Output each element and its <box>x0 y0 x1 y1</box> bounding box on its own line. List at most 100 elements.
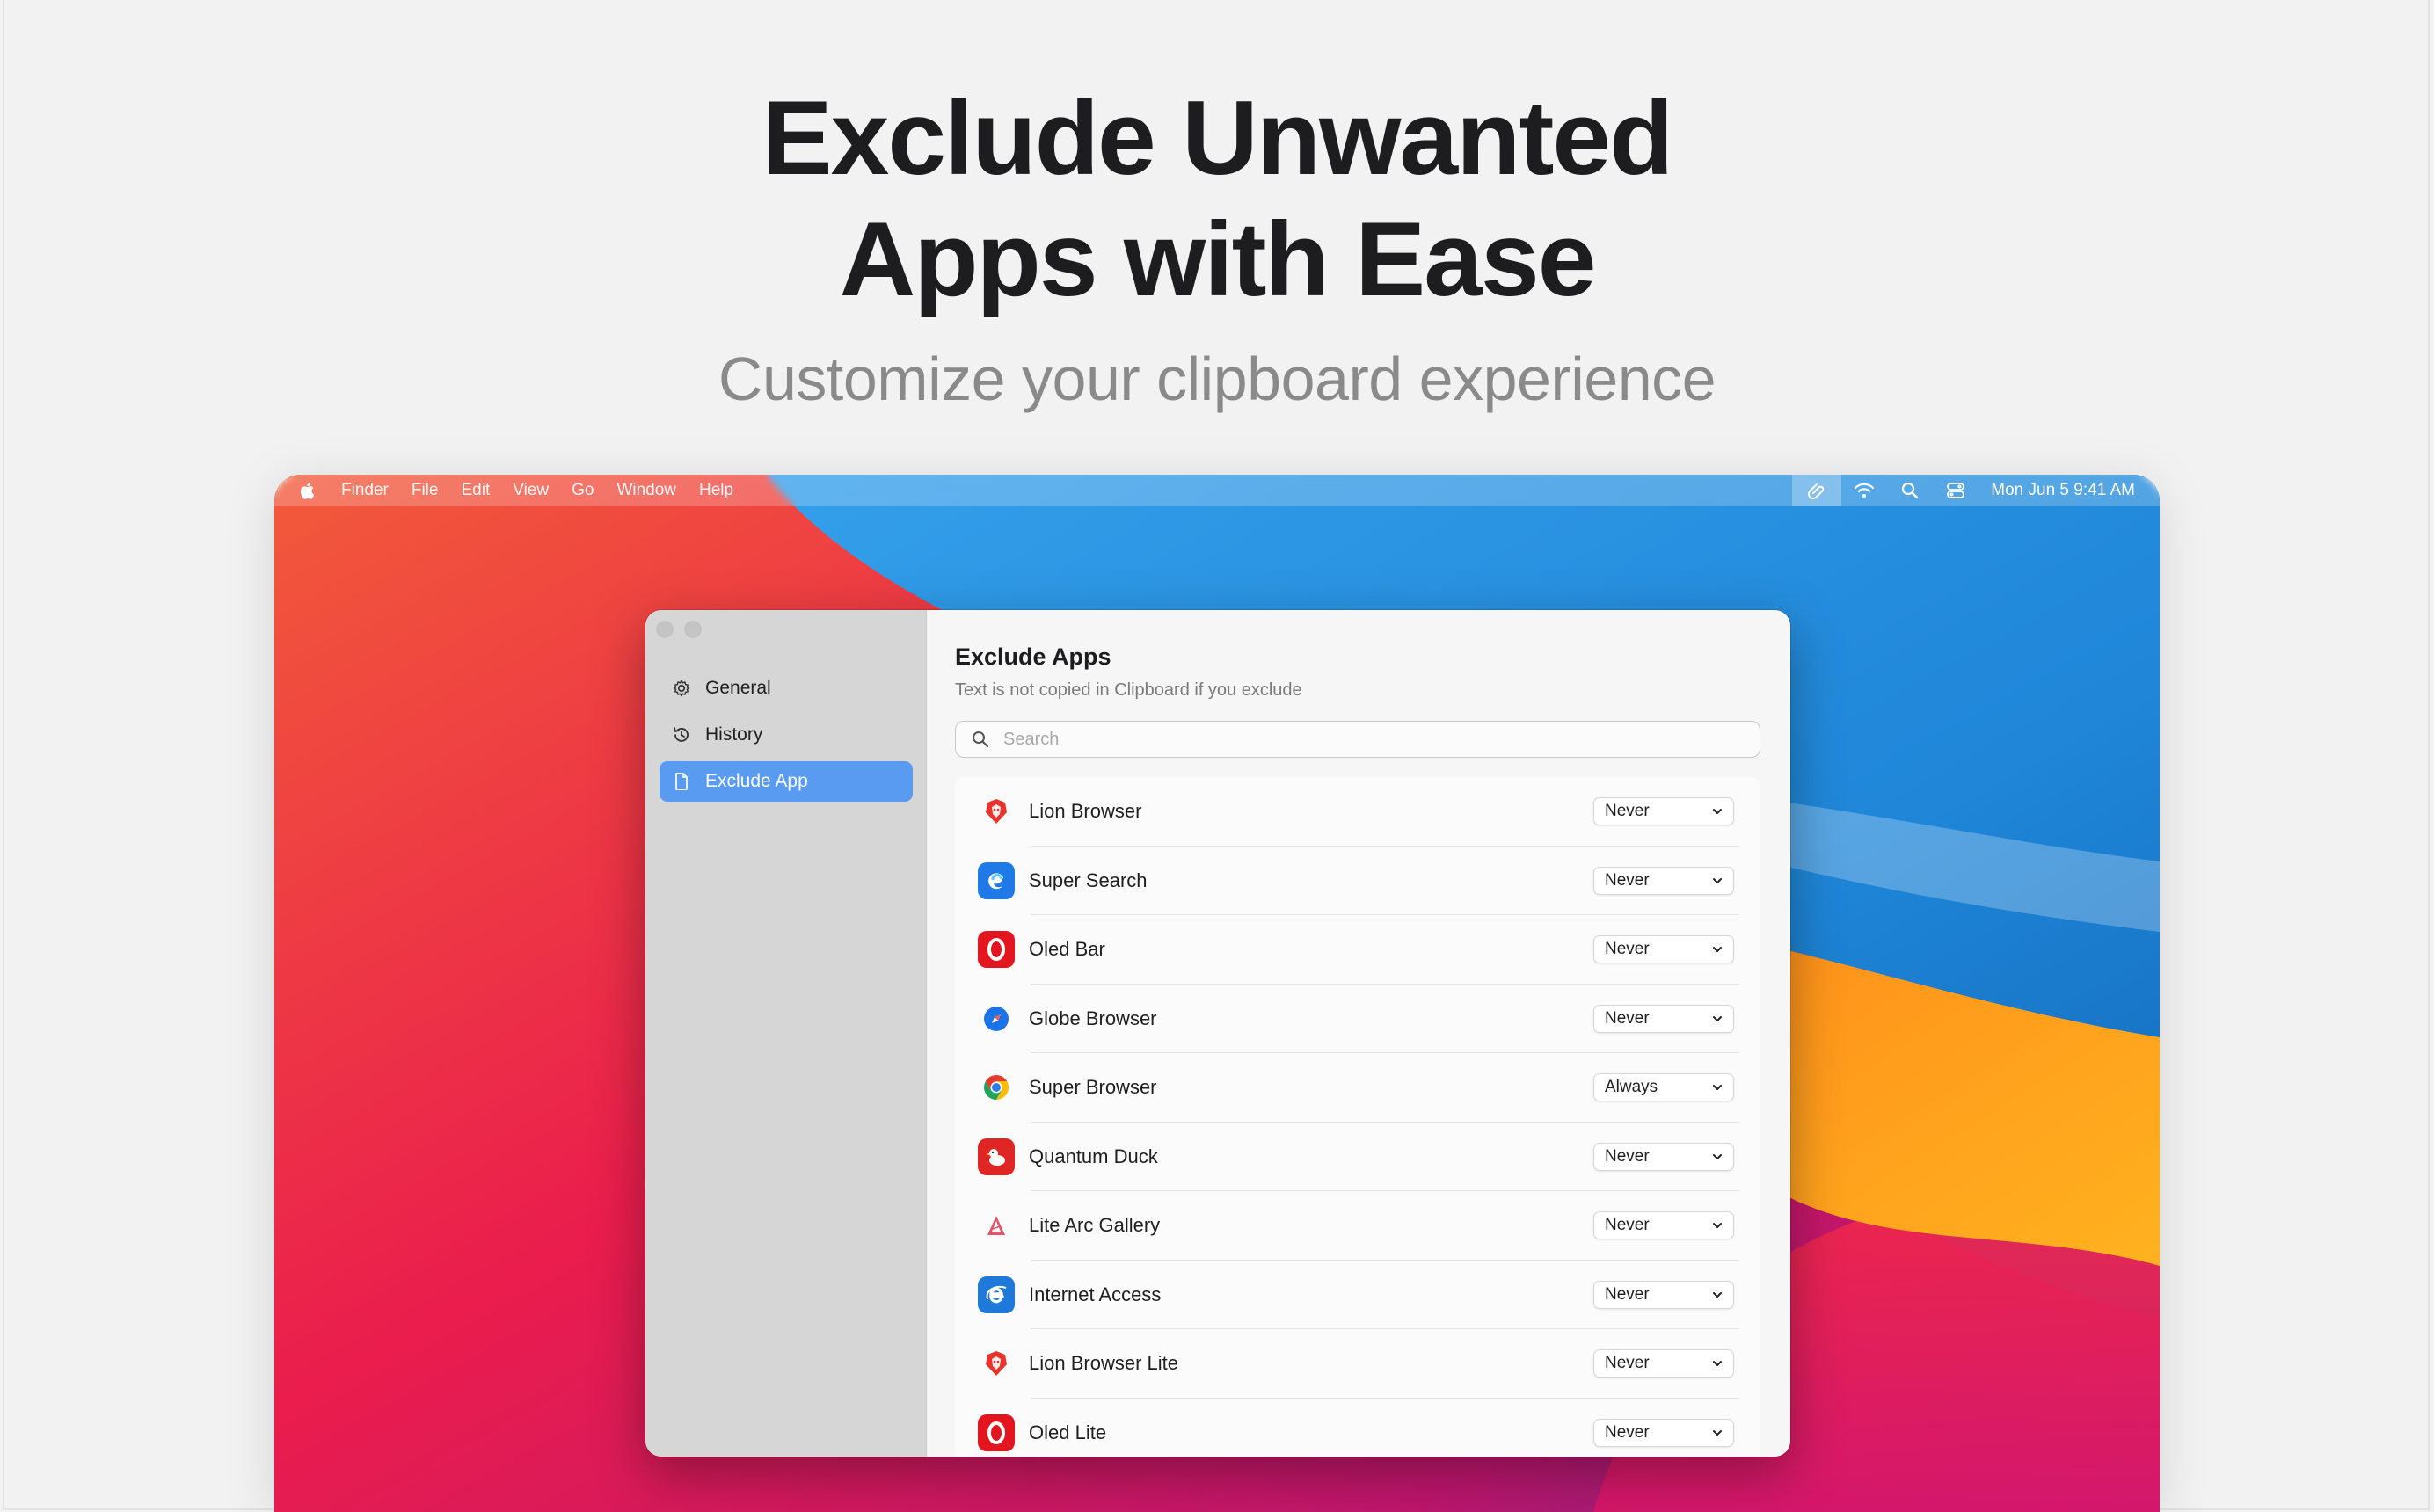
headline-line-2: Apps with Ease <box>839 200 1597 318</box>
internet-access-icon <box>978 1276 1015 1313</box>
chevron-down-icon <box>1713 877 1722 883</box>
menu-go[interactable]: Go <box>572 481 594 500</box>
lite-arc-gallery-icon <box>978 1207 1015 1244</box>
document-icon <box>670 770 693 793</box>
menu-file[interactable]: File <box>412 481 439 500</box>
exclude-select[interactable]: Never <box>1593 1349 1734 1378</box>
settings-window: General History Exclude App Exclude Apps <box>645 610 1790 1457</box>
app-name: Oled Lite <box>1029 1421 1107 1443</box>
sidebar-item-history[interactable]: History <box>660 715 913 755</box>
panel-title: Exclude Apps <box>955 643 1111 670</box>
list-item: Lion Browser Lite Never <box>955 1329 1760 1399</box>
lion-browser-icon <box>978 793 1015 830</box>
sidebar-item-label: History <box>705 724 763 745</box>
apple-icon[interactable] <box>299 480 318 501</box>
exclude-select[interactable]: Never <box>1593 797 1734 826</box>
panel-subtitle: Text is not copied in Clipboard if you e… <box>955 680 1302 700</box>
search-input[interactable] <box>1003 729 1742 750</box>
clipboard-app-icon[interactable] <box>1792 475 1842 506</box>
oled-lite-icon <box>978 1414 1015 1451</box>
exclude-select[interactable]: Always <box>1593 1073 1734 1102</box>
minimize-window-button[interactable] <box>684 621 702 638</box>
list-item: Oled Bar Never <box>955 915 1760 985</box>
wifi-icon[interactable] <box>1841 475 1887 506</box>
spotlight-search-icon[interactable] <box>1887 475 1933 506</box>
exclude-select-value: Never <box>1605 1146 1650 1166</box>
lion-browser-lite-icon <box>978 1345 1015 1382</box>
exclude-select[interactable]: Never <box>1593 1004 1734 1033</box>
exclude-select-value: Never <box>1605 870 1650 890</box>
page-subheadline: Customize your clipboard experience <box>718 345 1716 413</box>
super-browser-icon <box>978 1069 1015 1106</box>
page-headline: Exclude Unwanted Apps with Ease <box>0 77 2434 320</box>
list-item: Super Search Never <box>955 847 1760 916</box>
app-name: Lion Browser Lite <box>1029 1352 1178 1375</box>
app-name: Oled Bar <box>1029 938 1105 961</box>
app-name: Lion Browser <box>1029 800 1142 823</box>
menu-window[interactable]: Window <box>616 481 676 500</box>
oled-bar-icon <box>978 931 1015 969</box>
app-list: Lion Browser Never Super Search Never Ol… <box>955 777 1760 1457</box>
sidebar-item-label: Exclude App <box>705 771 808 791</box>
chevron-down-icon <box>1713 1153 1722 1159</box>
chevron-down-icon <box>1713 1291 1722 1298</box>
search-icon <box>972 730 991 749</box>
menu-help[interactable]: Help <box>699 481 733 500</box>
app-name: Quantum Duck <box>1029 1145 1158 1167</box>
menu-view[interactable]: View <box>513 481 549 500</box>
exclude-select[interactable]: Never <box>1593 1280 1734 1309</box>
app-name: Internet Access <box>1029 1283 1162 1305</box>
exclude-select[interactable]: Never <box>1593 866 1734 895</box>
exclude-select[interactable]: Never <box>1593 1418 1734 1447</box>
exclude-select-value: Never <box>1605 1422 1650 1442</box>
super-search-icon <box>978 861 1015 899</box>
sidebar-item-exclude-app[interactable]: Exclude App <box>660 761 913 802</box>
list-item: Super Browser Always <box>955 1053 1760 1123</box>
globe-browser-icon <box>978 1000 1015 1037</box>
close-window-button[interactable] <box>656 621 674 638</box>
menu-finder[interactable]: Finder <box>341 481 389 500</box>
control-center-icon[interactable] <box>1933 475 1979 506</box>
chevron-down-icon <box>1713 1361 1722 1367</box>
chevron-down-icon <box>1713 1429 1722 1436</box>
chevron-down-icon <box>1713 1015 1722 1021</box>
gear-icon <box>670 677 693 700</box>
exclude-select-value: Never <box>1605 1216 1650 1235</box>
sidebar-list: General History Exclude App <box>660 668 913 808</box>
list-item: Lion Browser Never <box>955 777 1760 847</box>
list-item: Globe Browser Never <box>955 985 1760 1054</box>
search-field[interactable] <box>955 721 1760 758</box>
exclude-select-value: Never <box>1605 802 1650 821</box>
app-name: Super Search <box>1029 869 1148 891</box>
exclude-select-value: Never <box>1605 940 1650 959</box>
chevron-down-icon <box>1713 1223 1722 1229</box>
menu-clock[interactable]: Mon Jun 5 9:41 AM <box>1991 481 2135 500</box>
exclude-select[interactable]: Never <box>1593 1211 1734 1240</box>
app-name: Lite Arc Gallery <box>1029 1214 1161 1237</box>
window-controls <box>656 621 702 638</box>
desktop: Finder File Edit View Go Window Help Mon… <box>274 475 2160 1512</box>
list-item: Internet Access Never <box>955 1261 1760 1330</box>
sidebar-item-general[interactable]: General <box>660 668 913 709</box>
exclude-select-value: Never <box>1605 1008 1650 1028</box>
menu-bar: Finder File Edit View Go Window Help Mon… <box>274 475 2160 506</box>
menu-edit[interactable]: Edit <box>461 481 490 500</box>
app-name: Globe Browser <box>1029 1007 1157 1029</box>
exclude-select[interactable]: Never <box>1593 1142 1734 1171</box>
quantum-duck-icon <box>978 1138 1015 1175</box>
chevron-down-icon <box>1713 947 1722 953</box>
list-item: Oled Lite Never <box>955 1399 1760 1457</box>
list-item: Lite Arc Gallery Never <box>955 1191 1760 1261</box>
exclude-select[interactable]: Never <box>1593 935 1734 964</box>
exclude-apps-panel: Exclude Apps Text is not copied in Clipb… <box>927 610 1790 1457</box>
exclude-select-value: Always <box>1605 1078 1658 1097</box>
history-icon <box>670 723 693 746</box>
chevron-down-icon <box>1713 809 1722 815</box>
sidebar: General History Exclude App <box>645 610 927 1457</box>
exclude-select-value: Never <box>1605 1354 1650 1373</box>
list-item: Quantum Duck Never <box>955 1123 1760 1192</box>
headline-line-1: Exclude Unwanted <box>762 79 1674 197</box>
app-name: Super Browser <box>1029 1076 1157 1099</box>
exclude-select-value: Never <box>1605 1284 1650 1304</box>
sidebar-item-label: General <box>705 678 771 698</box>
